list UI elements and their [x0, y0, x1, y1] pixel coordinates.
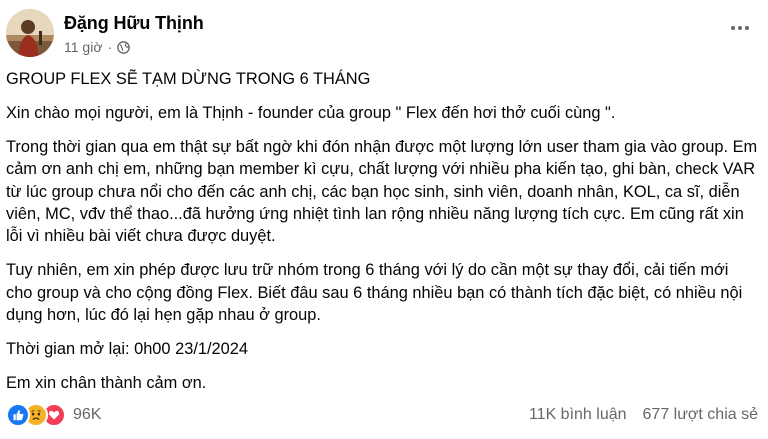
author-name[interactable]: Đặng Hữu Thịnh [64, 13, 204, 34]
facebook-post: Đặng Hữu Thịnh 11 giờ · GROUP FLEX SẼ TẠ… [0, 0, 768, 439]
like-icon [6, 403, 30, 427]
reaction-icons [6, 403, 66, 427]
post-content: GROUP FLEX SẼ TẠM DỪNG TRONG 6 THÁNG Xin… [6, 68, 758, 406]
post-paragraph: Tuy nhiên, em xin phép được lưu trữ nhóm… [6, 261, 743, 325]
comments-count[interactable]: 11K bình luận [529, 406, 627, 424]
post-stats: 11K bình luận 677 lượt chia sẻ [529, 406, 758, 424]
more-options-icon[interactable] [726, 18, 754, 38]
post-title: GROUP FLEX SẼ TẠM DỪNG TRONG 6 THÁNG [6, 70, 371, 88]
post-footer: 96K 11K bình luận 677 lượt chia sẻ [6, 402, 758, 428]
post-paragraph: Trong thời gian qua em thật sự bất ngờ k… [6, 137, 758, 246]
reactions-summary[interactable]: 96K [6, 403, 101, 427]
post-time[interactable]: 11 giờ [64, 39, 103, 55]
meta-separator: · [107, 39, 113, 55]
post-paragraph: Xin chào mọi người, em là Thịnh - founde… [6, 103, 616, 122]
globe-icon[interactable] [117, 40, 131, 54]
avatar[interactable] [6, 9, 54, 57]
post-meta: 11 giờ · [64, 39, 131, 55]
post-paragraph: Thời gian mở lại: 0h00 23/1/2024 [6, 340, 249, 359]
shares-count[interactable]: 677 lượt chia sẻ [643, 406, 758, 424]
post-paragraph: Em xin chân thành cảm ơn. [6, 373, 207, 392]
reaction-count[interactable]: 96K [73, 406, 101, 424]
